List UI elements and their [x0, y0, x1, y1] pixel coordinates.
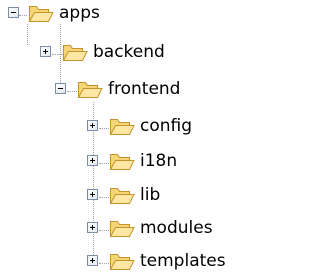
tree-connector	[99, 230, 109, 231]
folder-open-icon	[109, 250, 135, 272]
folder-open-icon	[109, 184, 135, 206]
tree-connector	[99, 197, 109, 198]
tree-connector	[19, 15, 27, 16]
tree-connector	[99, 128, 109, 129]
expand-toggle-config[interactable]	[87, 120, 98, 131]
folder-open-icon	[77, 78, 103, 100]
tree-node-templates[interactable]: templates	[0, 248, 250, 280]
tree-node-label: templates	[140, 251, 226, 271]
tree-node-i18n[interactable]: i18n	[0, 148, 220, 180]
tree-connector	[67, 91, 77, 92]
expand-toggle-modules[interactable]	[87, 222, 98, 233]
tree-node-label: apps	[59, 3, 100, 23]
folder-tree: apps backend frontend config i18n lib mo…	[0, 0, 256, 280]
folder-open-icon	[62, 41, 88, 63]
tree-connector	[52, 54, 62, 55]
expand-toggle-i18n[interactable]	[87, 155, 98, 166]
expand-toggle-templates[interactable]	[87, 255, 98, 266]
tree-node-apps[interactable]: apps	[0, 0, 120, 32]
folder-open-icon	[109, 115, 135, 137]
folder-open-icon	[109, 217, 135, 239]
tree-node-lib[interactable]: lib	[0, 182, 220, 214]
minus-icon	[11, 12, 16, 13]
tree-connector	[99, 163, 109, 164]
collapse-toggle-apps[interactable]	[8, 7, 19, 18]
minus-icon	[58, 88, 63, 89]
folder-open-icon	[28, 2, 54, 24]
tree-node-modules[interactable]: modules	[0, 215, 230, 247]
tree-node-backend[interactable]: backend	[0, 39, 200, 71]
tree-node-frontend[interactable]: frontend	[0, 76, 220, 108]
tree-node-label: i18n	[140, 151, 178, 171]
expand-toggle-lib[interactable]	[87, 189, 98, 200]
tree-node-label: modules	[140, 218, 213, 238]
expand-toggle-backend[interactable]	[40, 46, 51, 57]
tree-node-label: backend	[93, 42, 165, 62]
tree-node-label: frontend	[108, 79, 181, 99]
tree-node-label: config	[140, 116, 193, 136]
tree-node-config[interactable]: config	[0, 113, 220, 145]
tree-node-label: lib	[140, 185, 161, 205]
collapse-toggle-frontend[interactable]	[55, 83, 66, 94]
folder-open-icon	[109, 150, 135, 172]
tree-connector	[99, 263, 109, 264]
